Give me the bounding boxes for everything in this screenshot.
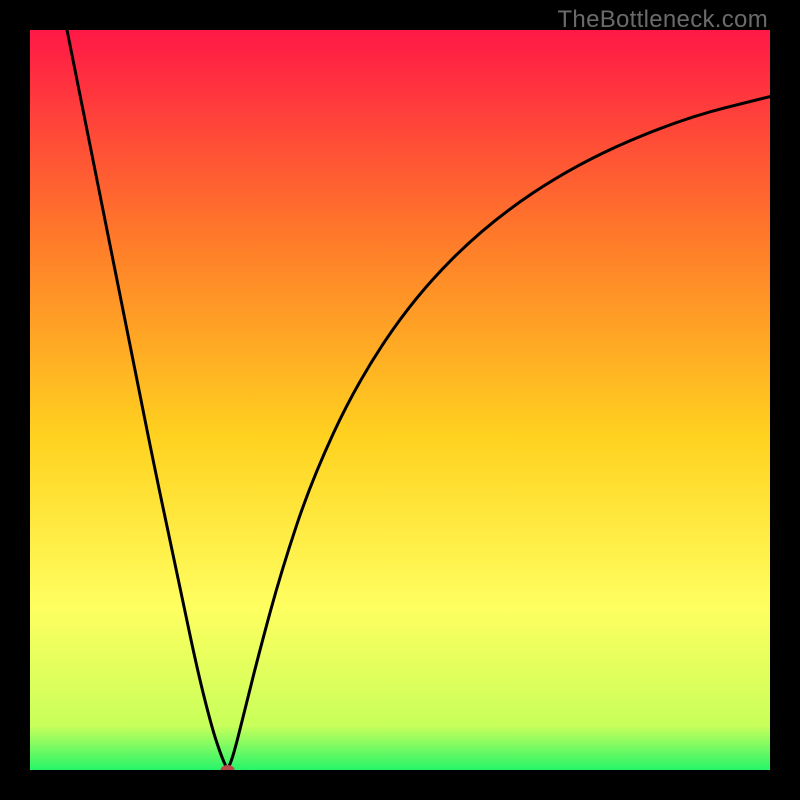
chart-frame	[30, 30, 770, 770]
bottleneck-chart	[30, 30, 770, 770]
